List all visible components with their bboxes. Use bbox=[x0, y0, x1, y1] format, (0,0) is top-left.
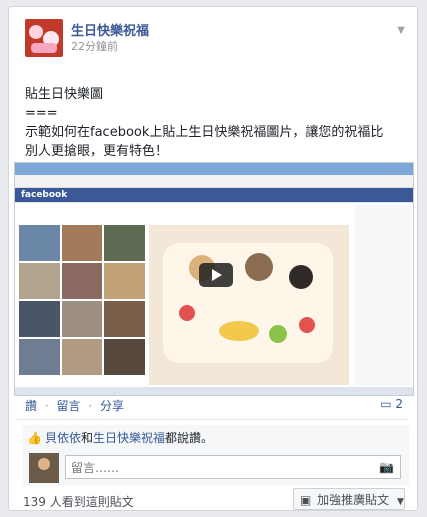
boost-label: 加強推廣貼文 bbox=[317, 493, 390, 507]
action-separator: · bbox=[88, 399, 93, 413]
screenshot-content bbox=[15, 203, 413, 387]
seen-count: 139 人看到這則貼文 bbox=[23, 495, 134, 509]
post-header: 生日快樂祝福 22分鐘前 ▼ bbox=[25, 19, 407, 59]
commenter-avatar bbox=[29, 453, 59, 483]
sidebar-panel bbox=[355, 205, 411, 385]
share-button[interactable]: 分享 bbox=[100, 399, 124, 413]
facebook-logo: facebook bbox=[15, 188, 413, 202]
action-separator: · bbox=[44, 399, 49, 413]
post-text-line: 貼生日快樂圖 bbox=[25, 87, 104, 102]
comment-icon: ▭ bbox=[380, 397, 392, 411]
comment-box[interactable]: 📷 bbox=[65, 455, 401, 480]
chevron-down-icon: ▼ bbox=[397, 497, 404, 507]
comment-button[interactable]: 留言 bbox=[57, 399, 81, 413]
cake-photo bbox=[149, 225, 349, 385]
browser-urlbar bbox=[15, 175, 413, 188]
post-footer: 139 人看到這則貼文 ▣ 加強推廣貼文 ▼ bbox=[17, 488, 409, 512]
post-text-line: 別人更搶眼，更有特色！ bbox=[25, 144, 169, 159]
chevron-down-icon[interactable]: ▼ bbox=[397, 25, 405, 36]
liker-name-link[interactable]: 貝依依 bbox=[45, 431, 81, 445]
liker-page-link[interactable]: 生日快樂祝福 bbox=[93, 431, 165, 445]
comment-composer: 📷 bbox=[23, 451, 409, 485]
post-actions: 讚 · 留言 · 分享 bbox=[25, 397, 128, 414]
post-text-line: === bbox=[25, 106, 58, 121]
photo-grid bbox=[19, 225, 145, 375]
camera-icon[interactable]: 📷 bbox=[379, 460, 394, 474]
likes-suffix: 都說讚。 bbox=[165, 431, 214, 445]
thumbs-up-icon: 👍 bbox=[27, 431, 42, 445]
page-name-link[interactable]: 生日快樂祝福 bbox=[71, 20, 149, 39]
play-icon[interactable] bbox=[199, 263, 233, 287]
post-timestamp[interactable]: 22分鐘前 bbox=[71, 38, 118, 54]
comment-count-value: 2 bbox=[395, 397, 403, 411]
post-text: 貼生日快樂圖 === 示範如何在facebook上貼上生日快樂祝福圖片，讓您的祝… bbox=[25, 85, 410, 161]
divider bbox=[17, 419, 409, 420]
post-card: 生日快樂祝福 22分鐘前 ▼ 貼生日快樂圖 === 示範如何在facebook上… bbox=[8, 6, 418, 511]
post-text-line: 示範如何在facebook上貼上生日快樂祝福圖片，讓您的祝福比 bbox=[25, 125, 384, 140]
browser-tabbar bbox=[15, 163, 413, 175]
likes-summary: 👍 貝依依和生日快樂祝福都說讚。 bbox=[23, 425, 409, 451]
boost-icon: ▣ bbox=[300, 493, 312, 507]
boost-post-button[interactable]: ▣ 加強推廣貼文 ▼ bbox=[293, 488, 405, 510]
like-button[interactable]: 讚 bbox=[25, 399, 37, 413]
comment-input[interactable] bbox=[66, 456, 353, 480]
comment-count[interactable]: ▭ 2 bbox=[380, 397, 403, 411]
likes-and: 和 bbox=[81, 431, 94, 445]
page-avatar[interactable] bbox=[25, 19, 63, 57]
video-thumbnail[interactable]: facebook bbox=[14, 162, 414, 396]
